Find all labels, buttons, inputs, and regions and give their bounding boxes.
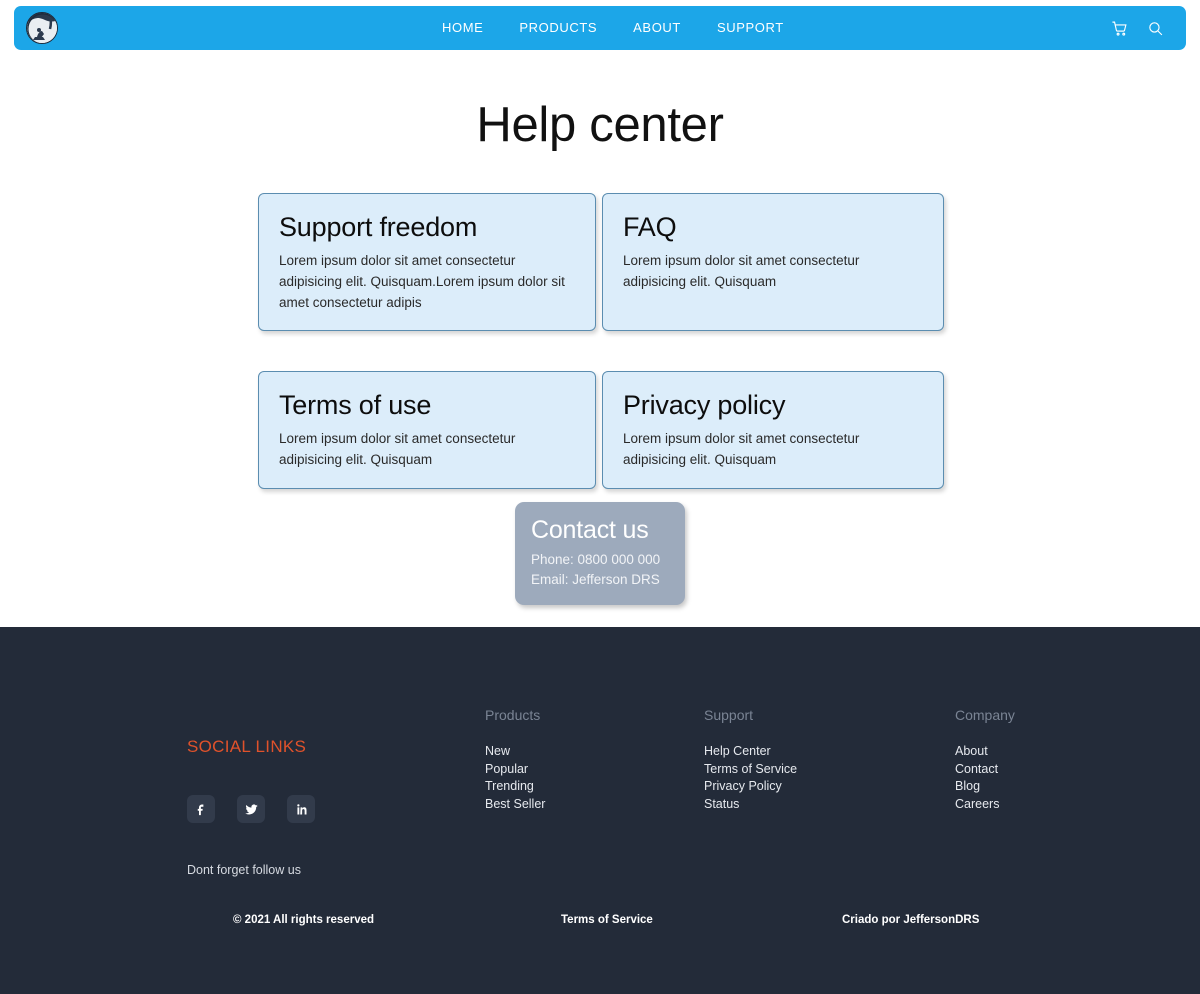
- twitter-icon[interactable]: [237, 795, 265, 823]
- terms-of-service-link[interactable]: Terms of Service: [561, 914, 653, 926]
- follow-note: Dont forget follow us: [187, 863, 301, 877]
- copyright-text: © 2021 All rights reserved: [233, 914, 375, 926]
- footer-social-section: SOCIAL LINKS Dont forget follow us: [187, 737, 447, 877]
- footer-link[interactable]: Contact: [955, 761, 1015, 779]
- footer-link[interactable]: Popular: [485, 761, 545, 779]
- footer-link[interactable]: Careers: [955, 796, 1015, 814]
- contact-title: Contact us: [531, 516, 649, 544]
- card-body: Lorem ipsum dolor sit amet consectetur a…: [623, 253, 860, 289]
- help-cards-grid: Support freedom Lorem ipsum dolor sit am…: [258, 193, 946, 489]
- card-privacy-policy[interactable]: Privacy policy Lorem ipsum dolor sit ame…: [602, 371, 944, 489]
- footer-link-list: About Contact Blog Careers: [955, 743, 1015, 813]
- contact-phone: Phone: 0800 000 000: [531, 552, 661, 567]
- card-faq[interactable]: FAQ Lorem ipsum dolor sit amet consectet…: [602, 193, 944, 331]
- page-root: HOME PRODUCTS ABOUT SUPPORT Help center …: [0, 0, 1200, 994]
- footer-link[interactable]: Best Seller: [485, 796, 545, 814]
- nav-item-about[interactable]: ABOUT: [615, 6, 699, 50]
- card-contact-us[interactable]: Contact us Phone: 0800 000 000 Email: Je…: [515, 502, 685, 605]
- search-icon[interactable]: [1144, 17, 1166, 39]
- card-title: Terms of use: [279, 390, 432, 420]
- footer-link[interactable]: Privacy Policy: [704, 778, 797, 796]
- card-body: Lorem ipsum dolor sit amet consectetur a…: [279, 253, 565, 310]
- footer-column-heading: Products: [485, 707, 541, 723]
- card-support-freedom[interactable]: Support freedom Lorem ipsum dolor sit am…: [258, 193, 596, 331]
- footer-link[interactable]: Blog: [955, 778, 1015, 796]
- site-footer: SOCIAL LINKS Dont forget follow us Produ…: [0, 627, 1200, 994]
- linkedin-icon[interactable]: [287, 795, 315, 823]
- main-navigation: HOME PRODUCTS ABOUT SUPPORT: [424, 6, 802, 50]
- card-body: Lorem ipsum dolor sit amet consectetur a…: [623, 431, 860, 467]
- social-links-heading: SOCIAL LINKS: [187, 737, 307, 756]
- footer-column-heading: Support: [704, 707, 754, 723]
- facebook-icon[interactable]: [187, 795, 215, 823]
- card-title: Privacy policy: [623, 390, 786, 420]
- logo-illustration: [27, 13, 57, 43]
- social-icon-list: [187, 795, 447, 823]
- contact-email: Email: Jefferson DRS: [531, 572, 660, 587]
- footer-link[interactable]: Terms of Service: [704, 761, 797, 779]
- footer-link[interactable]: About: [955, 743, 1015, 761]
- page-title: Help center: [476, 98, 724, 152]
- card-body: Lorem ipsum dolor sit amet consectetur a…: [279, 431, 516, 467]
- footer-column-heading: Company: [955, 707, 1015, 723]
- footer-column-products: Products New Popular Trending Best Selle…: [485, 707, 545, 813]
- footer-column-company: Company About Contact Blog Careers: [955, 707, 1015, 813]
- nav-item-support[interactable]: SUPPORT: [699, 6, 802, 50]
- footer-link[interactable]: Help Center: [704, 743, 797, 761]
- footer-link[interactable]: Trending: [485, 778, 545, 796]
- footer-link[interactable]: New: [485, 743, 545, 761]
- site-logo-avatar[interactable]: [26, 12, 58, 44]
- credit-text: Criado por JeffersonDRS: [842, 914, 980, 926]
- card-terms-of-use[interactable]: Terms of use Lorem ipsum dolor sit amet …: [258, 371, 596, 489]
- footer-bottom-bar: © 2021 All rights reserved Terms of Serv…: [0, 910, 1200, 940]
- footer-column-support: Support Help Center Terms of Service Pri…: [704, 707, 797, 813]
- footer-link-list: Help Center Terms of Service Privacy Pol…: [704, 743, 797, 813]
- footer-link[interactable]: Status: [704, 796, 797, 814]
- nav-item-home[interactable]: HOME: [424, 6, 501, 50]
- card-title: Support freedom: [279, 212, 478, 242]
- nav-item-products[interactable]: PRODUCTS: [501, 6, 615, 50]
- footer-link-list: New Popular Trending Best Seller: [485, 743, 545, 813]
- card-row-second: Terms of use Lorem ipsum dolor sit amet …: [258, 371, 946, 489]
- card-title: FAQ: [623, 212, 677, 242]
- card-row-first: Support freedom Lorem ipsum dolor sit am…: [258, 193, 946, 331]
- cart-icon[interactable]: [1108, 17, 1130, 39]
- header-actions: [1108, 6, 1166, 50]
- site-header: HOME PRODUCTS ABOUT SUPPORT: [14, 6, 1186, 50]
